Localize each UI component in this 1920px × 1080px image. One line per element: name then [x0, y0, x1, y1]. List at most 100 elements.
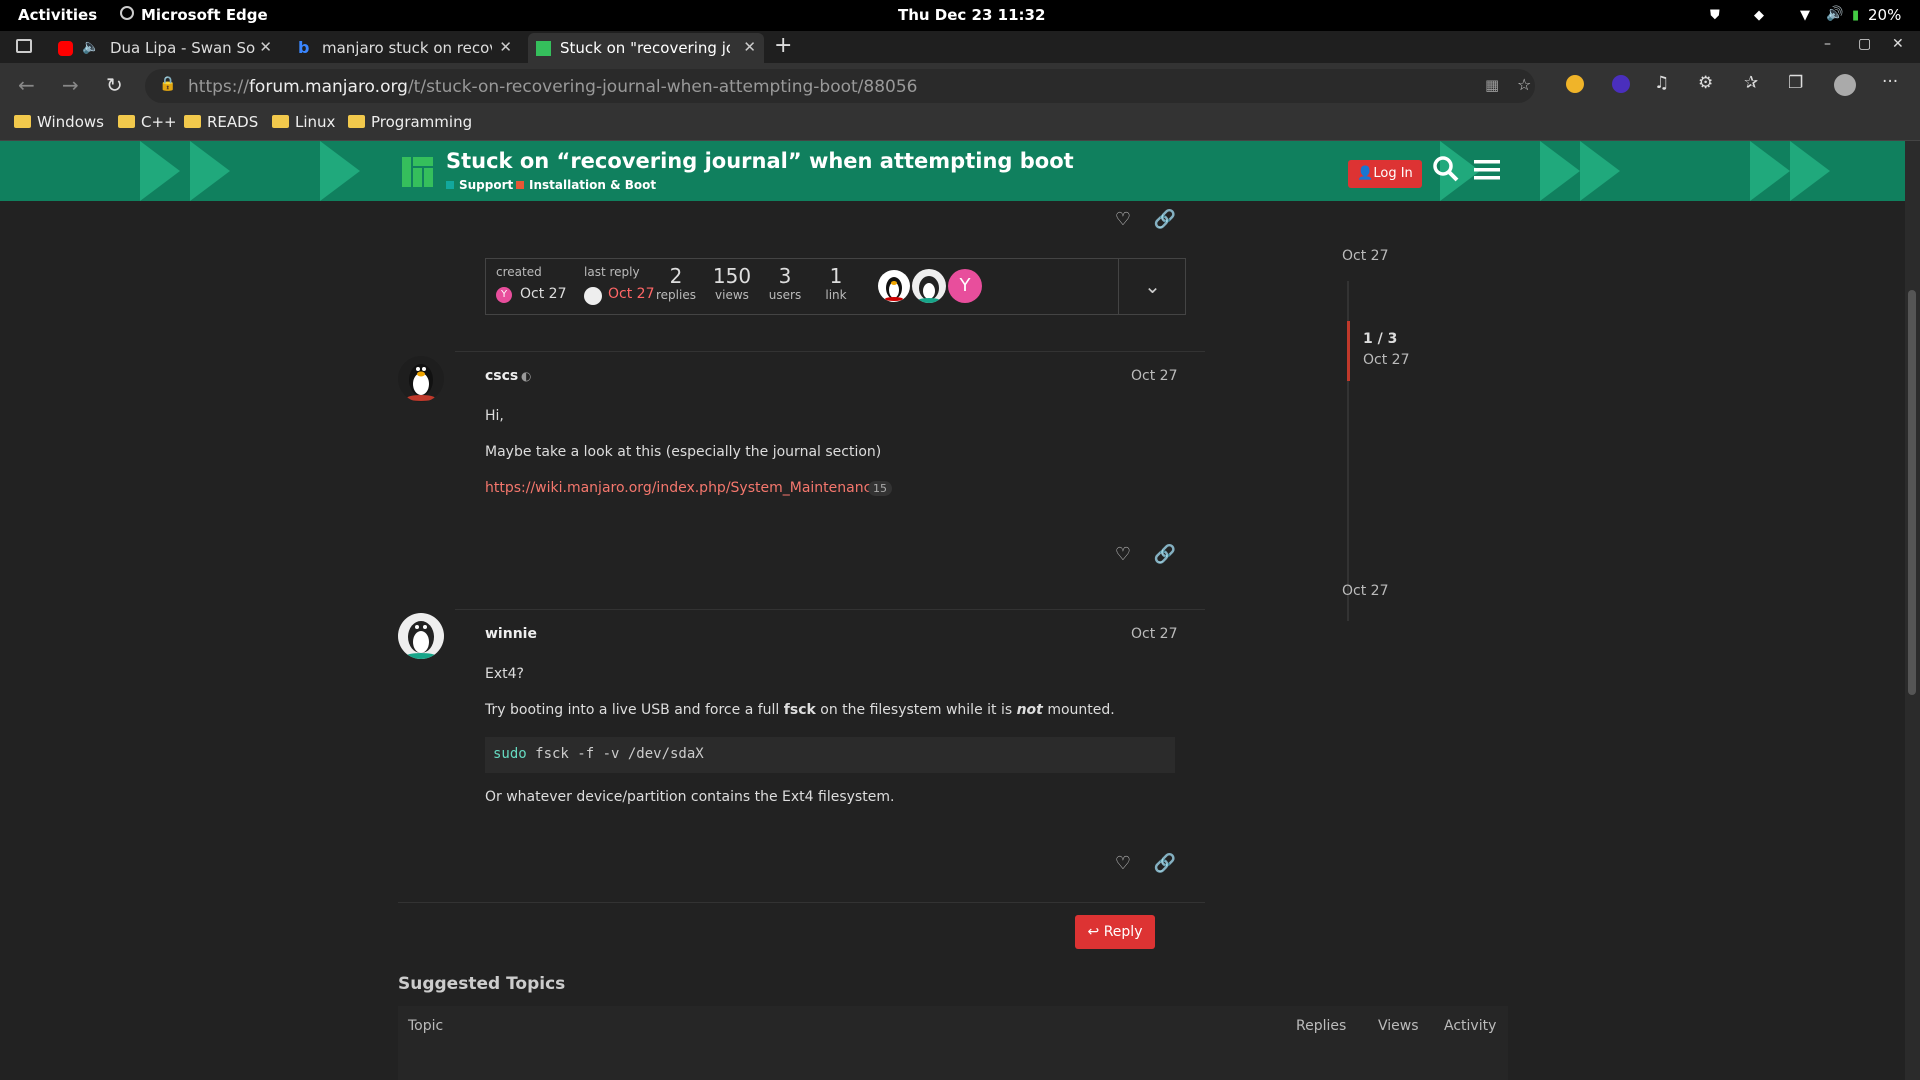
bing-icon: b: [298, 38, 310, 57]
replies-stat[interactable]: 2 replies: [656, 264, 696, 302]
login-button[interactable]: 👤Log In: [1348, 160, 1422, 188]
lock-icon[interactable]: 🔒: [159, 76, 176, 92]
battery-icon[interactable]: ▮: [1852, 8, 1859, 23]
bookmark-windows[interactable]: Windows: [14, 113, 104, 131]
link-icon[interactable]: 🔗: [1152, 209, 1178, 235]
timeline-handle[interactable]: [1347, 321, 1350, 381]
column-header[interactable]: Replies: [1296, 1018, 1346, 1034]
suggested-topics-table: Topic Replies Views Activity: [398, 1006, 1508, 1080]
post-text: Maybe take a look at this (especially th…: [485, 444, 882, 460]
bookmark-linux[interactable]: Linux: [272, 113, 335, 131]
like-icon[interactable]: ♡: [1110, 209, 1136, 235]
new-tab-button[interactable]: +: [774, 33, 792, 58]
favorites-icon[interactable]: ✰: [1744, 73, 1758, 93]
reading-view-icon[interactable]: ▦: [1485, 76, 1499, 94]
address-bar[interactable]: 🔒 https://forum.manjaro.org/t/stuck-on-r…: [145, 69, 1535, 103]
favorite-star-icon[interactable]: ☆: [1517, 75, 1531, 94]
maximize-button[interactable]: ▢: [1858, 36, 1871, 52]
tab-youtube[interactable]: 🔈 Dua Lipa - Swan Song ✕: [50, 33, 280, 63]
link-click-count: 15: [868, 481, 892, 496]
timeline-position[interactable]: 1 / 3: [1363, 331, 1397, 347]
post-text: Ext4?: [485, 666, 524, 682]
activities-button[interactable]: Activities: [18, 6, 97, 24]
link-icon[interactable]: 🔗: [1152, 853, 1178, 879]
topic-title[interactable]: Stuck on “recovering journal” when attem…: [446, 149, 1074, 173]
scrollbar-thumb[interactable]: [1908, 290, 1916, 695]
subcategory-badge[interactable]: Installation & Boot: [516, 178, 656, 192]
last-reply-date[interactable]: Oct 27: [608, 286, 654, 302]
avatar[interactable]: [912, 269, 946, 303]
avatar[interactable]: [398, 356, 444, 402]
avatar[interactable]: Y: [948, 269, 982, 303]
close-icon[interactable]: ✕: [259, 38, 272, 56]
hamburger-menu-icon[interactable]: [1474, 158, 1500, 186]
avatar[interactable]: Y: [496, 287, 512, 303]
timeline-start-date[interactable]: Oct 27: [1342, 248, 1388, 264]
forward-icon[interactable]: →: [62, 73, 79, 97]
collections-icon[interactable]: ❐: [1788, 73, 1803, 93]
code-block[interactable]: sudo fsck -f -v /dev/sdaX: [485, 737, 1175, 773]
extensions-icon[interactable]: ⚙: [1698, 73, 1713, 93]
avatar[interactable]: [398, 613, 444, 659]
tab-actions-icon[interactable]: [16, 39, 32, 53]
column-header[interactable]: Views: [1378, 1018, 1419, 1034]
folder-icon: [118, 115, 135, 128]
column-header[interactable]: Topic: [408, 1018, 443, 1034]
suggested-topics-heading: Suggested Topics: [398, 974, 566, 994]
folder-icon: [272, 115, 289, 128]
timeline-end-date[interactable]: Oct 27: [1342, 583, 1388, 599]
bookmark-reads[interactable]: READS: [184, 113, 258, 131]
volume-icon[interactable]: 🔊: [1826, 6, 1843, 22]
clock[interactable]: Thu Dec 23 11:32: [898, 6, 1045, 24]
like-icon[interactable]: ♡: [1110, 853, 1136, 879]
bookmark-cpp[interactable]: C++: [118, 113, 177, 131]
active-app-name[interactable]: Microsoft Edge: [141, 6, 268, 24]
back-icon[interactable]: ←: [18, 73, 35, 97]
dropbox-icon[interactable]: ◆: [1754, 8, 1764, 23]
user-icon: 👤: [1357, 166, 1374, 181]
users-stat: 3 users: [768, 264, 802, 302]
extension-icon[interactable]: [1566, 75, 1584, 93]
expand-chevron-icon[interactable]: ⌄: [1118, 259, 1186, 314]
links-stat[interactable]: 1 link: [816, 264, 856, 302]
navigation-bar: ← → ↻ 🔒 https://forum.manjaro.org/t/stuc…: [0, 63, 1920, 109]
views-stat: 150 views: [712, 264, 752, 302]
post-username[interactable]: winnie: [485, 626, 537, 642]
wifi-icon[interactable]: ▼: [1800, 8, 1810, 23]
post-text: Or whatever device/partition contains th…: [485, 789, 895, 805]
timeline-position-date: Oct 27: [1363, 352, 1410, 368]
profile-icon[interactable]: [1834, 74, 1856, 96]
close-icon[interactable]: ✕: [743, 38, 756, 56]
speaker-icon[interactable]: 🔈: [82, 39, 99, 55]
avatar[interactable]: [878, 270, 910, 302]
topic-content: ♡ 🔗 created Y Oct 27 last reply Oct 27 2…: [0, 201, 1905, 1080]
more-icon[interactable]: ···: [1882, 72, 1898, 92]
reply-button[interactable]: ↩ Reply: [1075, 915, 1155, 949]
avatar[interactable]: [584, 287, 602, 305]
column-header[interactable]: Activity: [1444, 1018, 1496, 1034]
url-text[interactable]: https://forum.manjaro.org/t/stuck-on-rec…: [188, 77, 917, 97]
battery-percent[interactable]: 20%: [1868, 6, 1901, 24]
search-icon[interactable]: [1432, 155, 1460, 189]
window-close-button[interactable]: ✕: [1892, 36, 1904, 52]
post-date[interactable]: Oct 27: [1131, 626, 1177, 642]
music-icon[interactable]: ♫: [1654, 73, 1669, 93]
manjaro-logo[interactable]: [402, 157, 433, 187]
post-date[interactable]: Oct 27: [1131, 368, 1177, 384]
link-icon[interactable]: 🔗: [1152, 544, 1178, 570]
post-username[interactable]: cscs: [485, 368, 518, 384]
like-icon[interactable]: ♡: [1110, 544, 1136, 570]
bookmark-programming[interactable]: Programming: [348, 113, 472, 131]
post-text: Hi,: [485, 408, 504, 424]
refresh-icon[interactable]: ↻: [106, 73, 123, 97]
minimize-button[interactable]: –: [1824, 36, 1831, 52]
extension-icon[interactable]: [1612, 75, 1630, 93]
system-top-bar: Activities Microsoft Edge Thu Dec 23 11:…: [0, 0, 1920, 31]
close-icon[interactable]: ✕: [499, 38, 512, 56]
shield-icon[interactable]: ⛊: [1710, 8, 1720, 23]
category-badge[interactable]: Support: [446, 178, 513, 192]
folder-icon: [14, 115, 31, 128]
tab-manjaro[interactable]: Stuck on "recovering journal" ✕: [528, 33, 764, 63]
tab-bing[interactable]: b manjaro stuck on recovering journal ✕: [290, 33, 520, 63]
wiki-link[interactable]: https://wiki.manjaro.org/index.php/Syste…: [485, 480, 880, 496]
